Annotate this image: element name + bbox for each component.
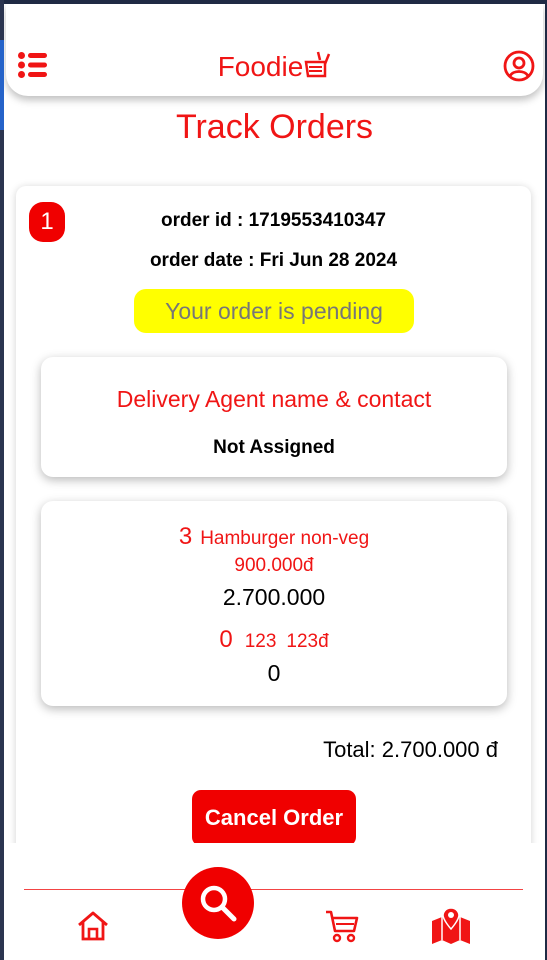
page-title: Track Orders [175, 108, 374, 146]
order-date: order date : Fri Jun 28 2024 [149, 250, 398, 271]
cart-icon[interactable] [324, 909, 360, 943]
item-quantity: 3 [178, 523, 193, 550]
nav-divider [24, 889, 523, 890]
agent-assignment: Not Assigned [213, 437, 335, 458]
bottom-nav [4, 843, 545, 960]
cancel-order-button[interactable]: Cancel Order [192, 790, 356, 846]
user-circle-icon[interactable] [503, 50, 535, 82]
search-icon [200, 885, 237, 922]
item-name: 123 [244, 631, 277, 652]
item-name: Hamburger non-veg [200, 528, 370, 549]
map-icon[interactable] [430, 907, 472, 945]
order-id: order id : 1719553410347 [161, 210, 386, 231]
home-icon[interactable] [76, 909, 110, 943]
list-item: 3 Hamburger non-veg [41, 523, 507, 551]
order-total: Total: 2.700.000 đ [323, 737, 498, 762]
item-subtotal: 2.700.000 [222, 584, 326, 610]
order-items-card: 3 Hamburger non-veg 900.000đ 2.700.000 01… [41, 501, 507, 706]
delivery-agent-card: Delivery Agent name & contact Not Assign… [41, 357, 507, 477]
app-page: Foodie Track Orders 1 order id : 1719553… [4, 4, 545, 960]
item-price: 900.000đ [234, 555, 314, 576]
item-price: 123đ [286, 631, 329, 652]
brand-name: Foodie [217, 51, 304, 82]
search-button[interactable] [182, 867, 254, 939]
item-quantity: 0 [219, 626, 233, 653]
top-header: Foodie [6, 4, 543, 96]
brand-logo[interactable]: Foodie [6, 50, 543, 83]
status-badge: Your order is pending [134, 289, 414, 333]
food-cart-icon [304, 51, 331, 78]
item-subtotal: 0 [267, 660, 281, 686]
list-item: 0 123 123đ [41, 626, 507, 654]
agent-card-title: Delivery Agent name & contact [116, 386, 432, 412]
order-card: 1 order id : 1719553410347 order date : … [16, 186, 531, 886]
